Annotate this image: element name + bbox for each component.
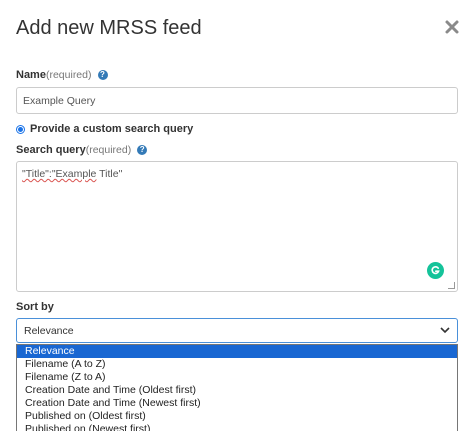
custom-query-label: Provide a custom search query (30, 123, 194, 135)
query-text-part1: "Title":"Example (22, 168, 97, 180)
sort-option-filename-z-a[interactable]: Filename (Z to A) (17, 371, 457, 384)
sort-option-created-newest[interactable]: Creation Date and Time (Newest first) (17, 397, 457, 410)
add-mrss-feed-dialog: Add new MRSS feed Name (required) ? Prov… (0, 0, 473, 431)
sort-by-dropdown-list: Relevance Filename (A to Z) Filename (Z … (16, 344, 458, 431)
search-query-required-text: (required) (85, 144, 132, 156)
sort-option-published-oldest[interactable]: Published on (Oldest first) (17, 410, 457, 423)
dialog-title: Add new MRSS feed (16, 17, 202, 39)
custom-query-radio[interactable] (16, 124, 25, 134)
search-query-label: Search query (required) ? (16, 144, 148, 156)
chevron-down-icon (440, 325, 450, 337)
search-query-textarea[interactable]: "Title":"Example Title" (16, 161, 458, 292)
name-required-text: (required) (45, 69, 92, 81)
resize-handle[interactable] (448, 282, 455, 289)
sort-option-created-oldest[interactable]: Creation Date and Time (Oldest first) (17, 384, 457, 397)
sort-by-label: Sort by (16, 301, 54, 313)
sort-by-label-text: Sort by (16, 301, 54, 313)
sort-option-filename-a-z[interactable]: Filename (A to Z) (17, 358, 457, 371)
close-icon[interactable] (443, 18, 461, 36)
sort-option-relevance[interactable]: Relevance (17, 345, 457, 358)
custom-query-option[interactable]: Provide a custom search query (16, 123, 193, 135)
radio-selected-dot (18, 126, 23, 132)
help-icon[interactable]: ? (97, 70, 108, 80)
sort-by-select[interactable]: Relevance (16, 318, 458, 343)
sort-by-selected-value: Relevance (24, 324, 74, 337)
help-icon[interactable]: ? (137, 145, 148, 155)
sort-option-published-newest[interactable]: Published on (Newest first) (17, 423, 457, 431)
query-text-part2: Title" (96, 168, 123, 180)
search-query-label-text: Search query (16, 144, 86, 156)
grammarly-icon[interactable] (427, 262, 444, 279)
name-input[interactable] (16, 87, 458, 114)
name-label-text: Name (16, 69, 46, 81)
name-label: Name (required) ? (16, 69, 108, 81)
